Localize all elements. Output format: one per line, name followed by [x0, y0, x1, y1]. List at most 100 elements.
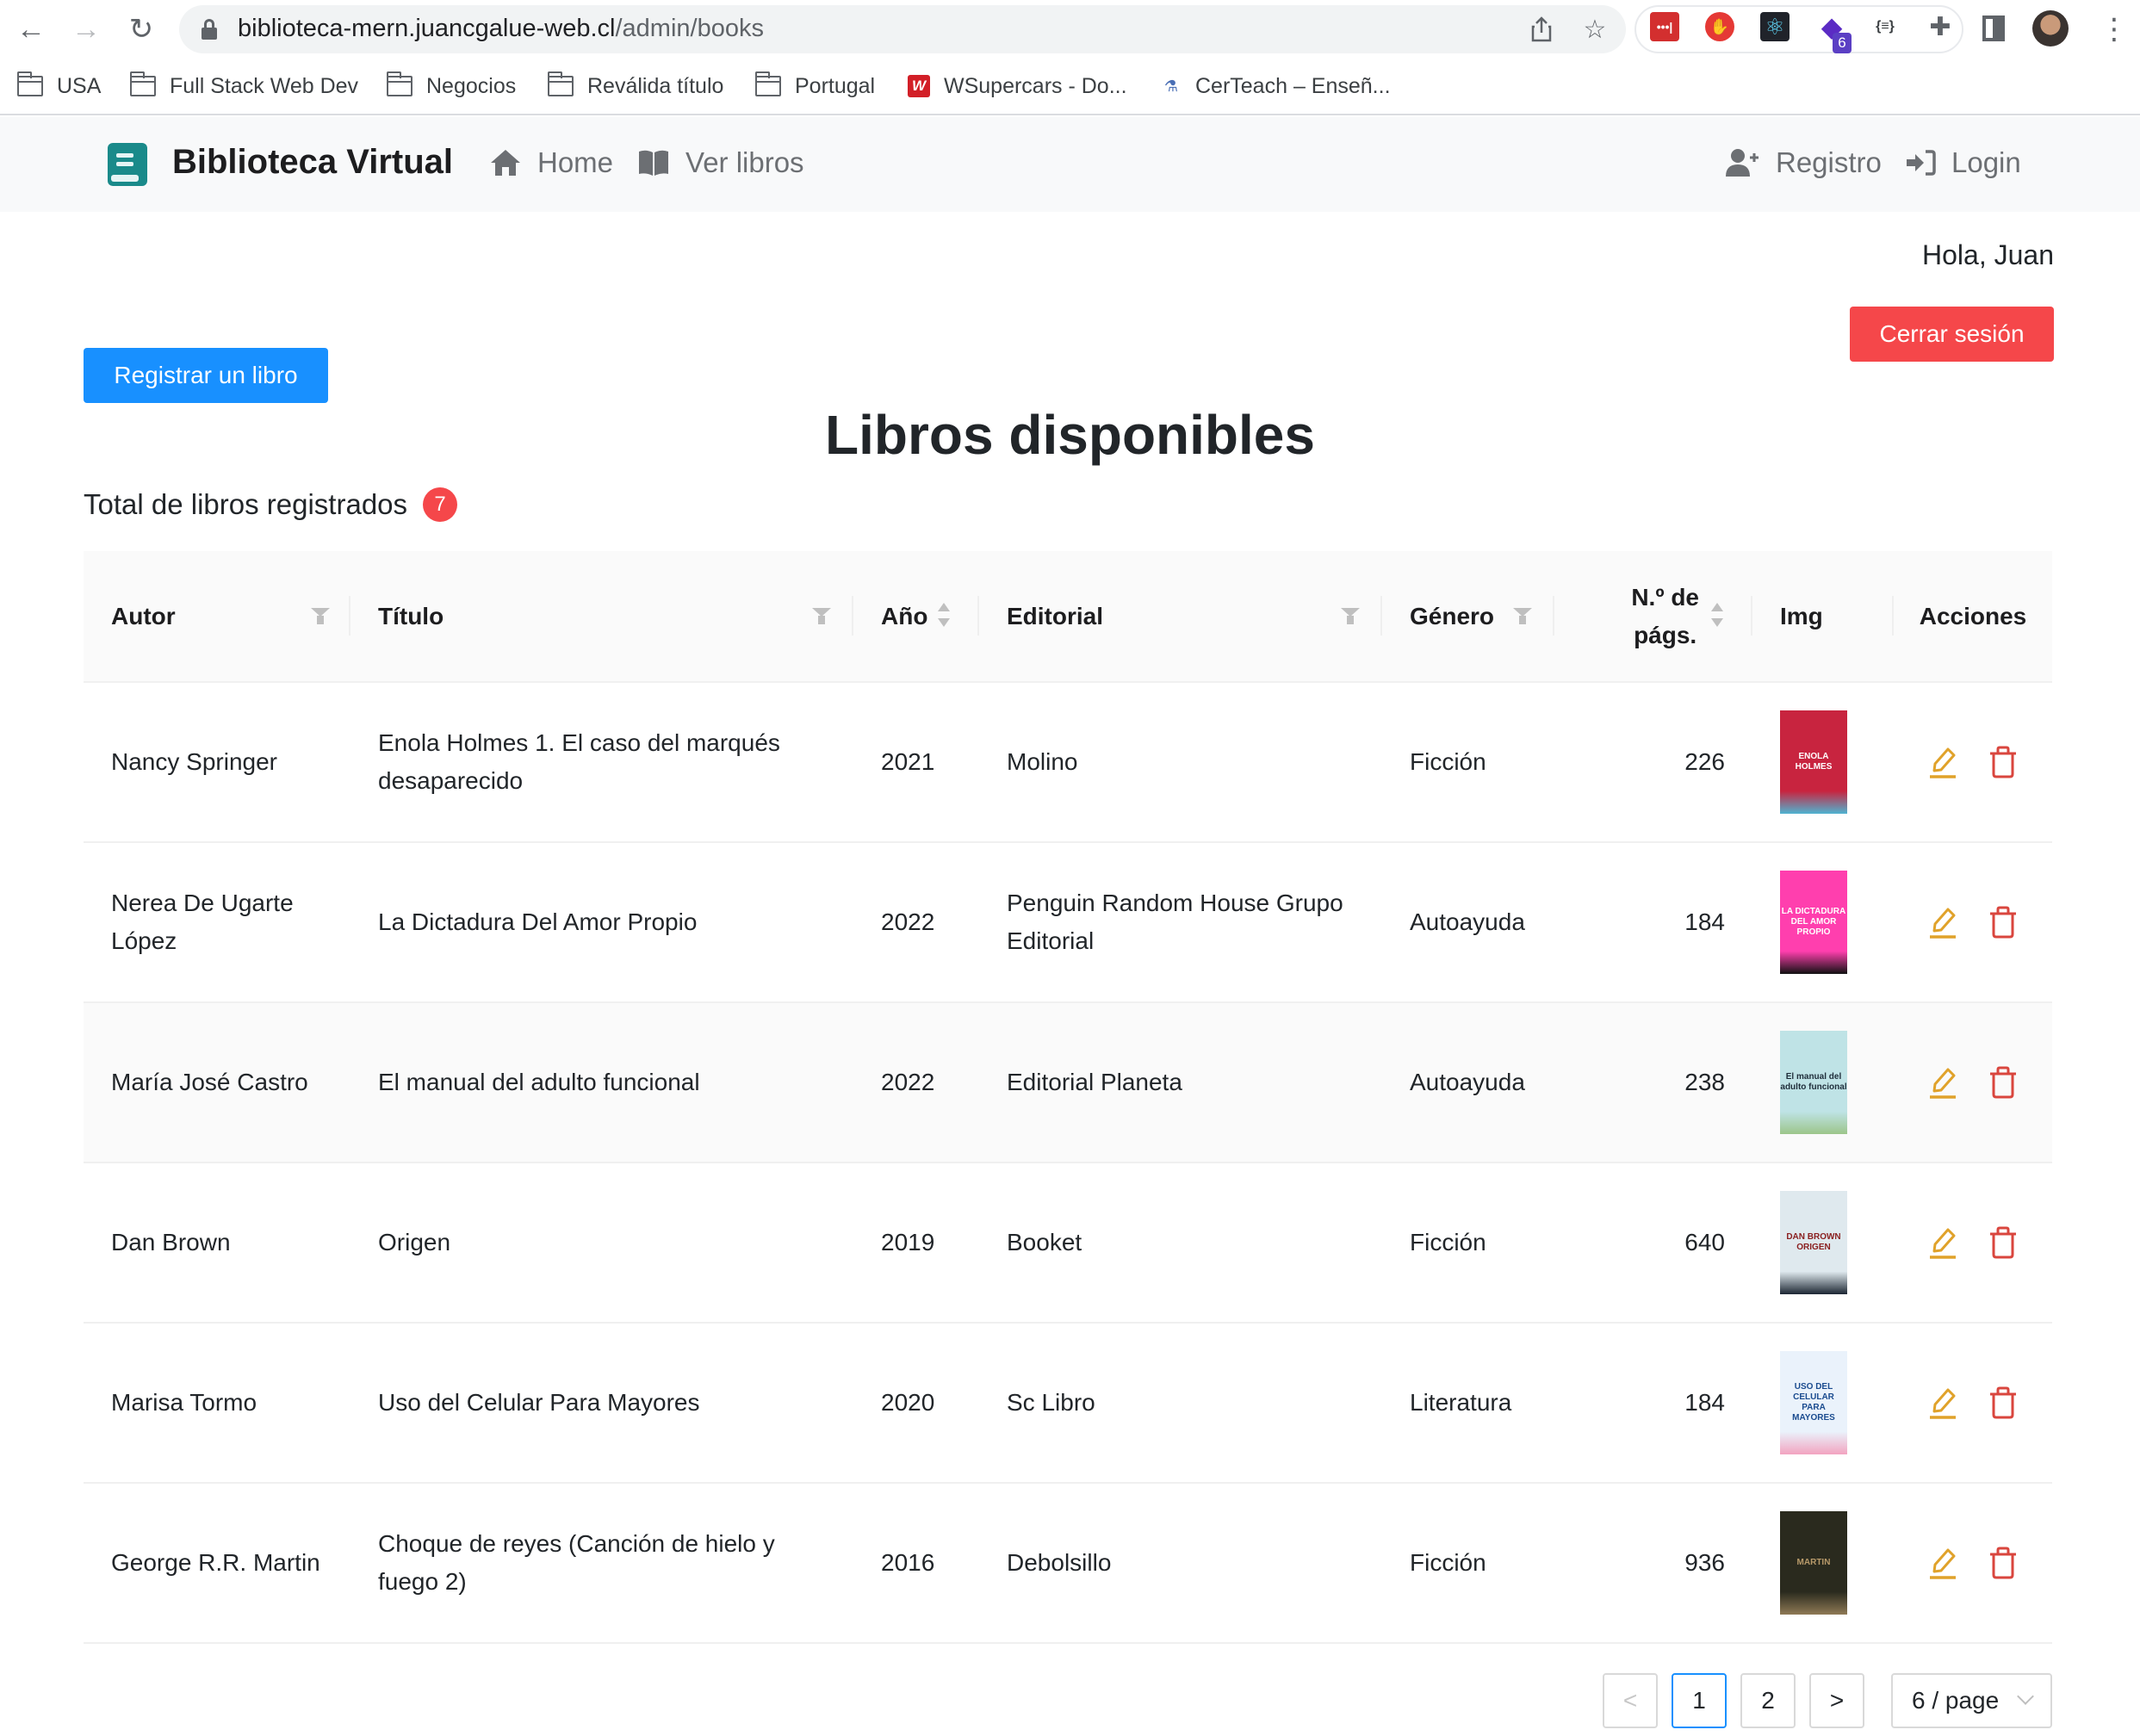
reload-button[interactable]: ↻ — [124, 12, 158, 46]
edit-button[interactable] — [1927, 1225, 1958, 1260]
brand-title[interactable]: Biblioteca Virtual — [172, 143, 453, 182]
logout-button[interactable]: Cerrar sesión — [1850, 307, 2054, 362]
book-cover-image[interactable]: El manual del adulto funcional — [1780, 1031, 1847, 1134]
book-cover-image[interactable]: DAN BROWN ORIGEN — [1780, 1191, 1847, 1294]
cell-autor-text: Dan Brown — [111, 1229, 231, 1256]
lastpass-extension-icon[interactable]: •••| — [1650, 12, 1679, 41]
edit-button[interactable] — [1927, 1546, 1958, 1580]
row-actions — [1927, 905, 2019, 939]
edit-button[interactable] — [1927, 1065, 1958, 1100]
table-row[interactable]: Nerea De Ugarte López La Dictadura Del Am… — [84, 843, 2052, 1003]
cell-anio: 2022 — [853, 843, 979, 1001]
column-label: Img — [1780, 602, 1823, 629]
trash-icon — [1990, 906, 2016, 939]
nav-home[interactable]: Home — [489, 146, 613, 179]
pagination-next-button[interactable]: > — [1809, 1673, 1864, 1728]
table-row[interactable]: Dan Brown Origen 2019 Booket Ficción 640 DAN B… — [84, 1163, 2052, 1324]
forward-button[interactable]: → — [69, 12, 103, 46]
bookmark-revalida-titulo[interactable]: Reválida título — [547, 69, 723, 103]
column-header-titulo[interactable]: Título — [350, 551, 853, 681]
cell-autor-text: George R.R. Martin — [111, 1549, 320, 1576]
nav-ver-libros[interactable]: Ver libros — [637, 146, 804, 179]
edit-button[interactable] — [1927, 745, 1958, 779]
delete-button[interactable] — [1988, 1386, 2019, 1420]
extensions-puzzle-icon[interactable]: ✚ — [1926, 12, 1955, 41]
book-cover-image[interactable]: ENOLA HOLMES — [1780, 710, 1847, 814]
bookmark-certeach[interactable]: ⚗ CerTeach – Enseñ... — [1161, 69, 1391, 103]
adblock-extension-icon[interactable]: ✋ — [1705, 12, 1734, 41]
column-label: Autor — [111, 602, 176, 629]
edit-button[interactable] — [1927, 1386, 1958, 1420]
cell-genero-text: Autoayuda — [1410, 1069, 1525, 1095]
column-label-line: págs. — [1634, 621, 1697, 648]
nav-login[interactable]: Login — [1905, 146, 2021, 179]
bookmark-portugal[interactable]: Portugal — [754, 69, 875, 103]
extension-badge: 6 — [1833, 33, 1852, 53]
table-row[interactable]: María José Castro El manual del adulto fu… — [84, 1003, 2052, 1163]
column-header-paginas[interactable]: N.º de págs. — [1554, 551, 1752, 681]
total-books: Total de libros registrados 7 — [84, 487, 458, 522]
url-text[interactable]: biblioteca-mern.juancgalue-web.cl/admin/… — [238, 15, 764, 43]
total-books-label: Total de libros registrados — [84, 488, 408, 520]
share-icon[interactable] — [1528, 16, 1555, 43]
page-size-select[interactable]: 6 / page — [1891, 1673, 2052, 1728]
sort-icon[interactable] — [1711, 603, 1723, 629]
cell-img: ENOLA HOLMES — [1752, 683, 1894, 841]
table-row[interactable]: Nancy Springer Enola Holmes 1. El caso de… — [84, 683, 2052, 843]
trash-icon — [1990, 1547, 2016, 1579]
filter-icon[interactable] — [1513, 608, 1532, 625]
book-cover-image[interactable]: USO DEL CELULAR PARA MAYORES — [1780, 1351, 1847, 1454]
address-bar[interactable]: biblioteca-mern.juancgalue-web.cl/admin/… — [179, 5, 1626, 53]
table-row[interactable]: George R.R. Martin Choque de reyes (Canci… — [84, 1484, 2052, 1644]
edit-button[interactable] — [1927, 905, 1958, 939]
nav-login-label: Login — [1951, 146, 2021, 178]
delete-button[interactable] — [1988, 905, 2019, 939]
back-button[interactable]: ← — [14, 12, 48, 46]
cell-editorial: Sc Libro — [979, 1324, 1382, 1482]
browser-menu-icon[interactable]: ⋮ — [2100, 12, 2129, 46]
cell-anio-text: 2022 — [881, 1069, 935, 1095]
browser-toolbar: ← → ↻ biblioteca-mern.juancgalue-web.cl/… — [0, 0, 2140, 57]
pagination-page-2[interactable]: 2 — [1740, 1673, 1796, 1728]
book-logo-icon[interactable] — [108, 143, 147, 186]
delete-button[interactable] — [1988, 1225, 2019, 1260]
cell-titulo-text: Enola Holmes 1. El caso del marqués desa… — [378, 729, 780, 794]
cell-paginas-text: 640 — [1684, 1229, 1725, 1256]
book-cover-image[interactable]: LA DICTADURA DEL AMOR PROPIO — [1780, 871, 1847, 974]
side-panel-icon[interactable] — [1982, 16, 2005, 41]
nav-registro[interactable]: Registro — [1726, 146, 1882, 179]
bookmark-negocios[interactable]: Negocios — [386, 69, 516, 103]
book-cover-title: El manual del adulto funcional — [1780, 1072, 1847, 1092]
row-actions — [1927, 1065, 2019, 1100]
column-header-genero[interactable]: Género — [1382, 551, 1554, 681]
filter-icon[interactable] — [812, 608, 831, 625]
register-book-button[interactable]: Registrar un libro — [84, 348, 328, 403]
column-header-autor[interactable]: Autor — [84, 551, 350, 681]
profile-avatar[interactable] — [2032, 10, 2069, 46]
total-books-badge: 7 — [423, 487, 458, 522]
bookmark-wsupercars[interactable]: W WSupercars - Do... — [908, 69, 1127, 103]
bookmark-full-stack-web-dev[interactable]: Full Stack Web Dev — [129, 69, 358, 103]
bookmark-star-icon[interactable]: ☆ — [1581, 16, 1609, 44]
pagination-page-1[interactable]: 1 — [1672, 1673, 1727, 1728]
lock-icon[interactable] — [202, 19, 217, 40]
delete-button[interactable] — [1988, 1065, 2019, 1100]
trash-icon — [1990, 1226, 2016, 1259]
delete-button[interactable] — [1988, 745, 2019, 779]
bookmark-usa[interactable]: USA — [16, 69, 101, 103]
sort-icon[interactable] — [938, 603, 950, 629]
column-header-editorial[interactable]: Editorial — [979, 551, 1382, 681]
cell-paginas: 184 — [1554, 843, 1752, 1001]
url-host: biblioteca-mern.juancgalue-web.cl — [238, 15, 616, 42]
filter-icon[interactable] — [311, 608, 330, 625]
json-viewer-extension-icon[interactable]: {≡} — [1870, 12, 1900, 41]
filter-icon[interactable] — [1341, 608, 1360, 625]
book-cover-image[interactable]: MARTIN — [1780, 1511, 1847, 1615]
delete-button[interactable] — [1988, 1546, 2019, 1580]
bookmark-label: CerTeach – Enseñ... — [1195, 73, 1391, 98]
pagination-prev-button[interactable]: < — [1603, 1673, 1658, 1728]
cell-anio-text: 2021 — [881, 748, 935, 775]
table-row[interactable]: Marisa Tormo Uso del Celular Para Mayores… — [84, 1324, 2052, 1484]
react-devtools-extension-icon[interactable]: ⚛ — [1760, 12, 1790, 41]
column-header-anio[interactable]: Año — [853, 551, 979, 681]
